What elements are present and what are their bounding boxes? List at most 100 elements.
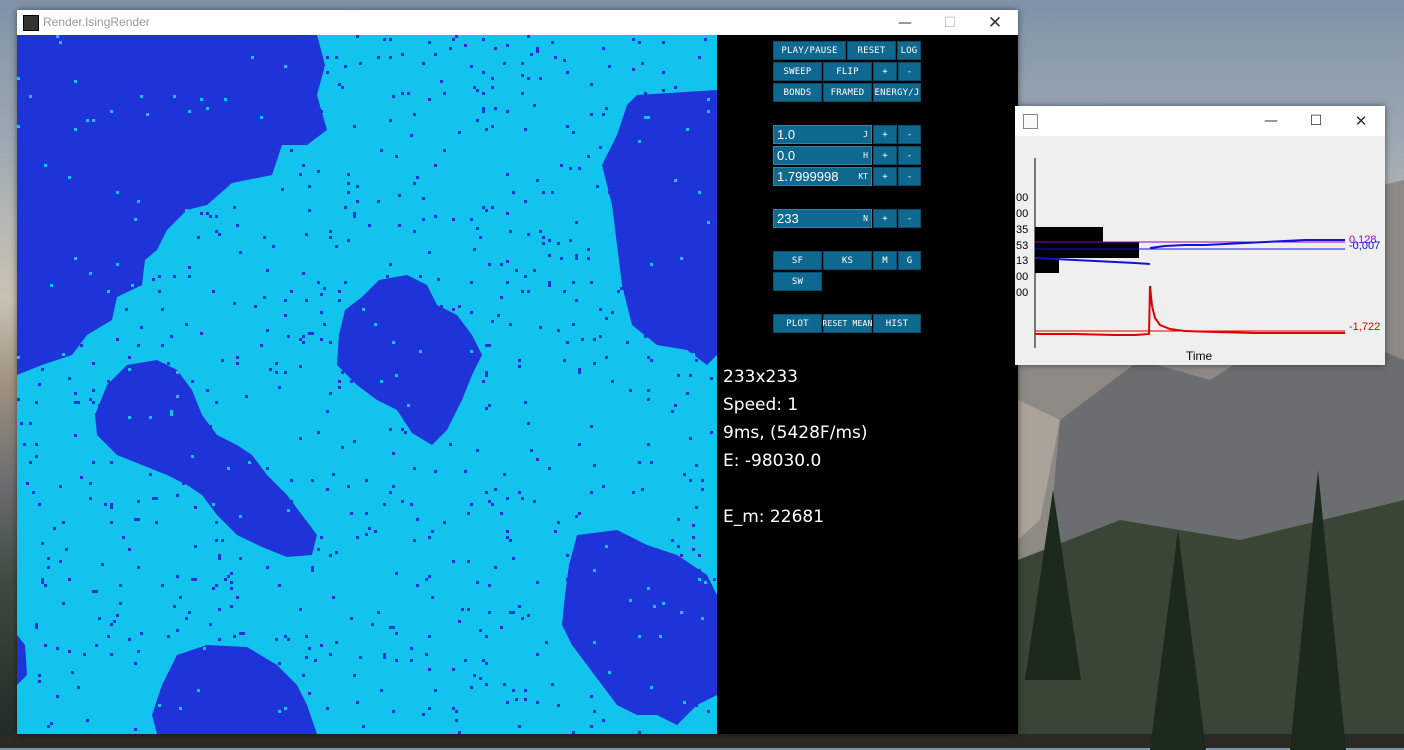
m-button[interactable]: M <box>873 251 897 270</box>
spin-flip <box>398 263 401 266</box>
hist-button[interactable]: HIST <box>873 314 921 333</box>
spin-flip <box>626 95 629 98</box>
spin-flip <box>89 398 92 401</box>
spin-flip <box>395 632 398 635</box>
bonds-button[interactable]: BONDS <box>773 83 822 102</box>
j-field[interactable]: 1.0 J <box>773 125 872 144</box>
spin-flip <box>182 92 185 95</box>
main-titlebar[interactable]: Render.IsingRender — ☐ ✕ <box>17 10 1018 35</box>
spin-flip <box>239 512 242 515</box>
spin-flip <box>473 632 476 635</box>
spin-flip <box>566 554 569 557</box>
spin-flip <box>539 632 542 635</box>
spin-flip <box>578 512 581 515</box>
spin-flip <box>272 119 275 122</box>
plot-maximize-button[interactable]: ☐ <box>1293 106 1339 136</box>
plot-titlebar[interactable]: — ☐ ✕ <box>1015 106 1385 136</box>
sf-button[interactable]: SF <box>773 251 822 270</box>
spin-flip <box>371 623 374 626</box>
plot-minimize-button[interactable]: — <box>1248 106 1294 136</box>
spin-flip <box>89 482 92 485</box>
spin-flip <box>653 674 656 677</box>
spin-flip <box>578 368 581 371</box>
spin-flip <box>224 578 227 581</box>
n-minus-button[interactable]: - <box>898 209 921 228</box>
kt-plus-button[interactable]: + <box>873 167 897 186</box>
spin-flip <box>35 503 38 506</box>
h-minus-button[interactable]: - <box>898 146 921 165</box>
spin-flip <box>596 608 599 611</box>
spin-flip <box>554 530 557 533</box>
flip-minus-button[interactable]: - <box>898 62 921 81</box>
spin-flip <box>17 365 20 368</box>
spin-flip <box>149 416 152 419</box>
sweep-button[interactable]: SWEEP <box>773 62 822 81</box>
spin-flip <box>530 560 533 563</box>
spin-flip <box>428 431 431 434</box>
spin-flip <box>563 281 566 284</box>
spin-flip <box>650 263 653 266</box>
h-field[interactable]: 0.0 H <box>773 146 872 165</box>
spin-flip <box>425 155 428 158</box>
spin-flip <box>524 146 527 149</box>
spin-flip <box>248 461 251 464</box>
minimize-button[interactable]: — <box>882 10 928 35</box>
spin-flip <box>428 422 431 425</box>
h-plus-button[interactable]: + <box>873 146 897 165</box>
spin-flip <box>533 269 536 272</box>
plot-area[interactable]: 00 00 35 53 13 00 00 0,128 -0,007 -1,722… <box>1015 136 1385 365</box>
spin-flip <box>389 38 392 41</box>
flip-button[interactable]: FLIP <box>823 62 872 81</box>
sw-button[interactable]: SW <box>773 272 822 291</box>
plot-close-button[interactable]: ✕ <box>1338 106 1384 136</box>
spin-flip <box>383 191 386 194</box>
spin-flip <box>29 386 32 389</box>
spin-flip <box>254 668 257 671</box>
n-plus-button[interactable]: + <box>873 209 897 228</box>
reset-mean-button[interactable]: RESET MEAN <box>822 314 872 333</box>
spin-flip <box>704 263 707 266</box>
log-button[interactable]: LOG <box>897 41 921 60</box>
kt-minus-button[interactable]: - <box>898 167 921 186</box>
spin-flip <box>695 506 698 509</box>
plot-button[interactable]: PLOT <box>773 314 822 333</box>
spin-flip <box>365 533 368 536</box>
reset-button[interactable]: RESET <box>847 41 896 60</box>
g-button[interactable]: G <box>898 251 921 270</box>
spin-flip <box>326 56 329 59</box>
spin-flip <box>494 488 497 491</box>
maximize-button[interactable]: ☐ <box>927 10 973 35</box>
spin-flip <box>74 128 77 131</box>
spin-flip <box>521 497 524 500</box>
spin-flip <box>368 224 371 227</box>
play-pause-button[interactable]: PLAY/PAUSE <box>773 41 846 60</box>
spin-flip <box>428 536 431 539</box>
kt-field[interactable]: 1.7999998 KT <box>773 167 872 186</box>
close-button[interactable]: ✕ <box>972 10 1018 35</box>
spin-flip <box>668 239 671 242</box>
ks-button[interactable]: KS <box>823 251 872 270</box>
spin-flip <box>209 710 212 713</box>
flip-plus-button[interactable]: + <box>873 62 897 81</box>
spin-flip <box>524 200 527 203</box>
ising-lattice-canvas[interactable] <box>17 35 717 734</box>
spin-flip <box>245 716 248 719</box>
spin-flip <box>644 548 647 551</box>
n-field[interactable]: 233 N <box>773 209 872 228</box>
spin-flip <box>638 635 641 638</box>
spin-flip <box>482 92 485 95</box>
spin-flip <box>284 65 287 68</box>
framed-button[interactable]: FRAMED <box>823 83 872 102</box>
spin-flip <box>392 710 395 713</box>
spin-flip <box>56 410 59 413</box>
spin-flip <box>593 338 596 341</box>
j-plus-button[interactable]: + <box>873 125 897 144</box>
j-minus-button[interactable]: - <box>898 125 921 144</box>
spin-flip <box>146 140 149 143</box>
spin-flip <box>686 119 689 122</box>
energy-j-button[interactable]: ENERGY/J <box>873 83 921 102</box>
spin-flip <box>701 488 704 491</box>
spin-flip <box>338 299 341 302</box>
spin-flip <box>683 701 686 704</box>
spin-flip <box>593 668 596 671</box>
